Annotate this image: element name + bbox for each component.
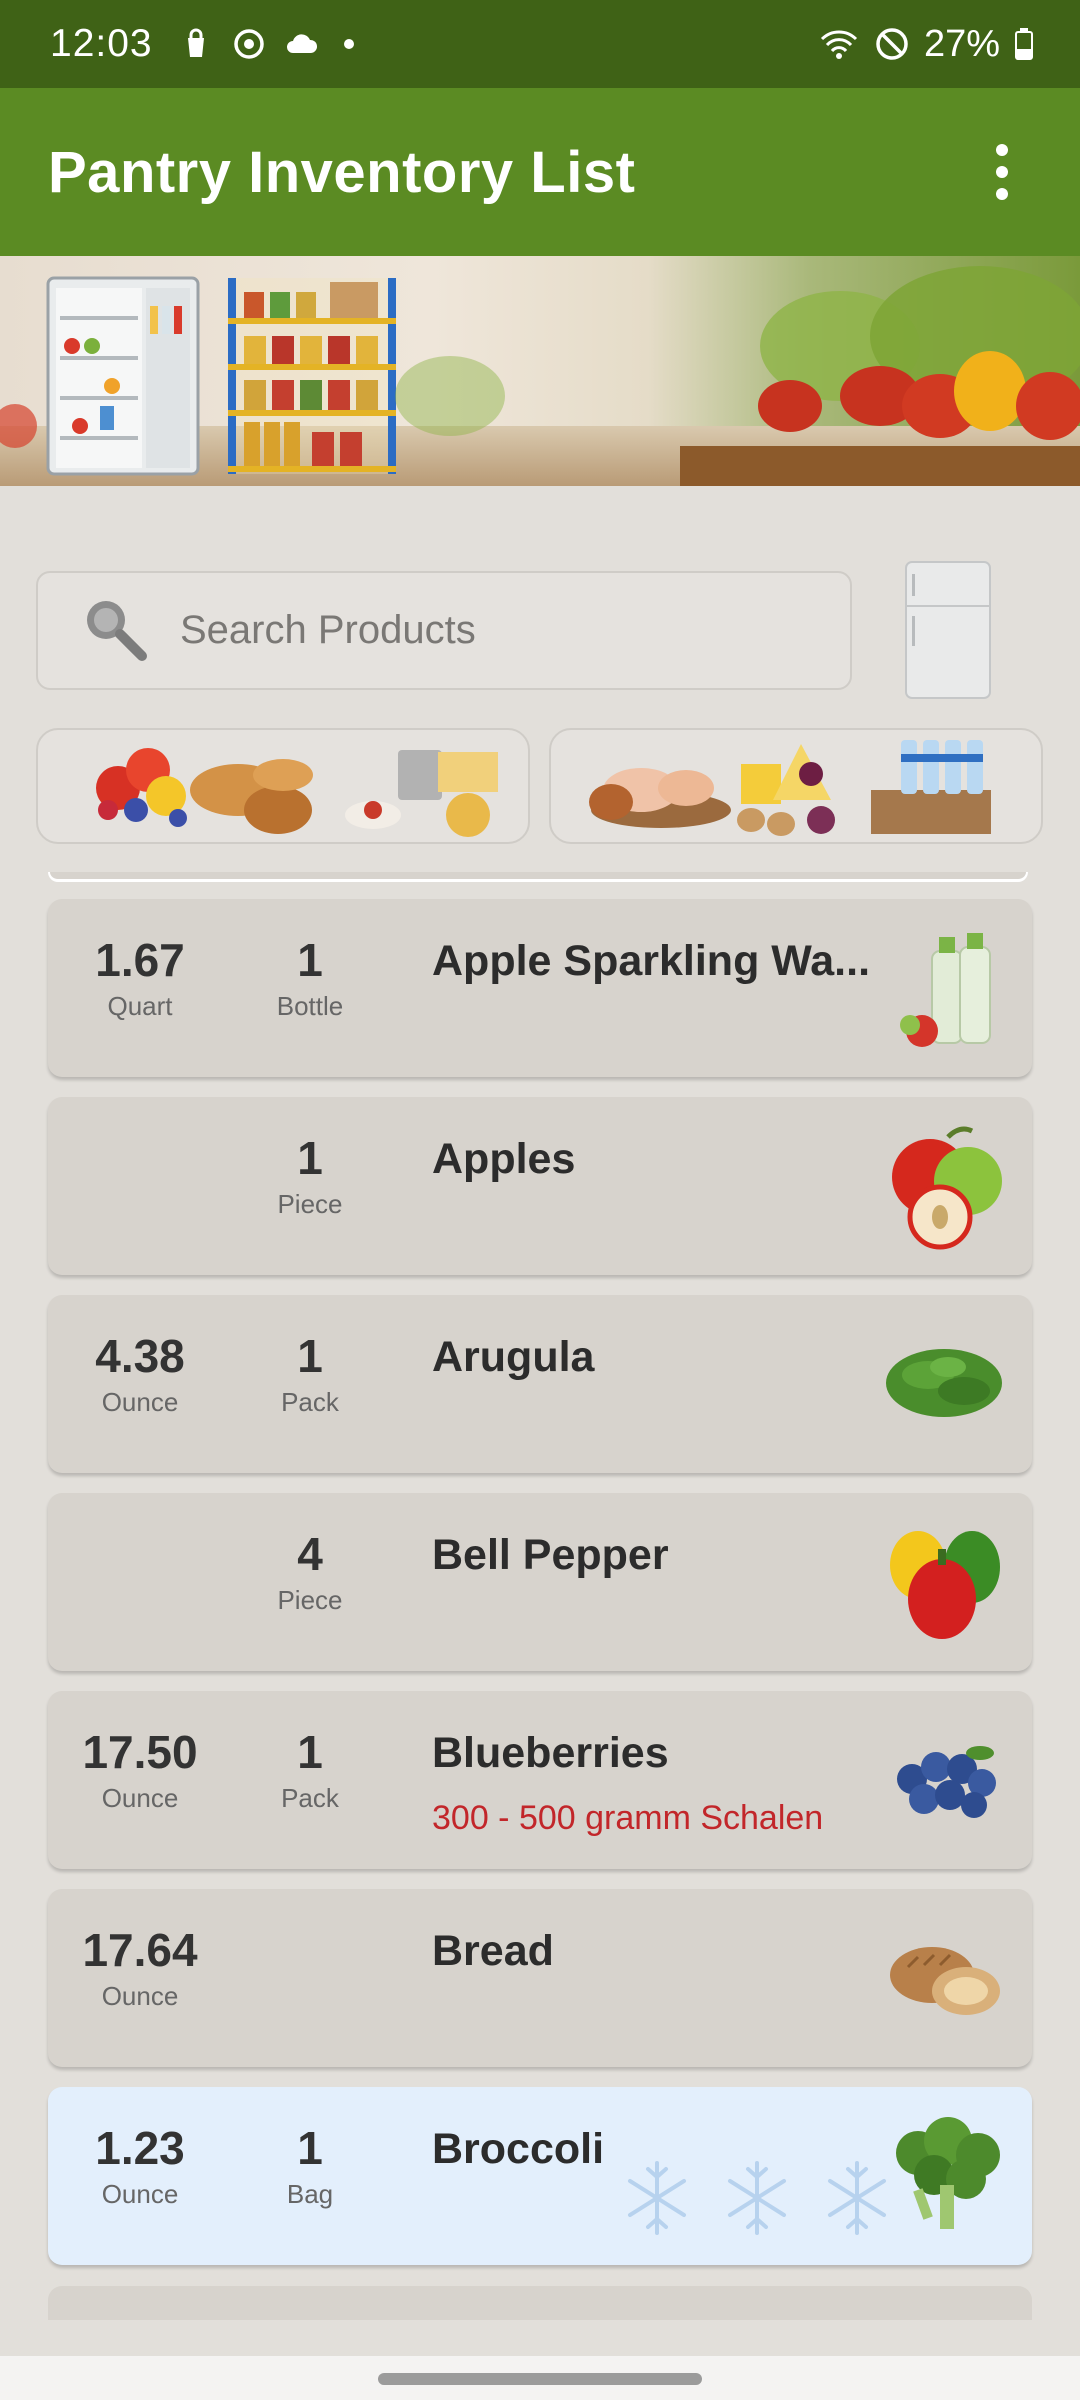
pantry-shelf-illustration <box>228 278 396 474</box>
amount-value: 1.23 <box>95 2122 185 2174</box>
snowflake-icon <box>728 2161 786 2235</box>
status-bar: 12:03 27% <box>0 0 1080 88</box>
count-block: 4 Piece <box>248 1529 372 1616</box>
amount-block: 17.50 Ounce <box>70 1727 210 1814</box>
status-right: 27% <box>818 23 1034 66</box>
count-block: 1 Bottle <box>248 935 372 1022</box>
amount-block: 17.64 Ounce <box>70 1925 210 2012</box>
count-block: 1 Pack <box>248 1727 372 1814</box>
list-item-partial <box>48 872 1028 882</box>
sparkling-water-image <box>878 921 1010 1053</box>
amount-block: 1.67 Quart <box>70 935 210 1022</box>
amount-value: 17.50 <box>82 1726 198 1778</box>
app-title: Pantry Inventory List <box>48 139 636 205</box>
app-bar: Pantry Inventory List <box>0 88 1080 256</box>
count-value: 1 <box>297 1132 323 1184</box>
status-left: 12:03 <box>50 22 361 66</box>
apples-image <box>878 1119 1010 1251</box>
category-produce-bakery-button[interactable] <box>36 728 530 844</box>
status-time: 12:03 <box>50 22 153 65</box>
focus-mode-icon <box>231 26 267 62</box>
arugula-image <box>878 1317 1010 1449</box>
amount-unit: Ounce <box>101 1783 179 1813</box>
search-placeholder: Search Products <box>180 608 476 652</box>
amount-block: 1.23 Ounce <box>70 2123 210 2210</box>
count-unit: Piece <box>277 1585 343 1615</box>
item-name: Blueberries <box>432 1729 669 1777</box>
do-not-disturb-icon <box>874 26 910 62</box>
list-item-apples[interactable]: 1 Piece Apples <box>48 1097 1032 1275</box>
amount-unit: Quart <box>107 991 173 1021</box>
amount-unit: Ounce <box>101 1387 179 1417</box>
list-item-blueberries[interactable]: 17.50 Ounce 1 Pack Blueberries 300 - 500… <box>48 1691 1032 1869</box>
count-value: 1 <box>297 1726 323 1778</box>
category-meat-dairy-drinks-button[interactable] <box>549 728 1043 844</box>
amount-unit: Ounce <box>101 2179 179 2209</box>
count-block: 1 Piece <box>248 1133 372 1220</box>
list-item-arugula[interactable]: 4.38 Ounce 1 Pack Arugula <box>48 1295 1032 1473</box>
item-note: 300 - 500 gramm Schalen <box>432 1799 824 1837</box>
count-unit: Bag <box>286 2179 334 2209</box>
battery-icon <box>1014 27 1034 61</box>
frozen-indicator <box>626 2157 888 2239</box>
item-name: Apple Sparkling Wa... <box>432 937 871 985</box>
list-item-bell-pepper[interactable]: 4 Piece Bell Pepper <box>48 1493 1032 1671</box>
header-banner-image <box>0 256 1080 486</box>
item-name: Broccoli <box>432 2125 605 2173</box>
more-vert-icon[interactable] <box>972 132 1032 212</box>
search-input[interactable]: Search Products <box>36 571 852 690</box>
cloud-icon <box>285 31 319 57</box>
dot-icon <box>337 32 361 56</box>
count-value: 4 <box>297 1528 323 1580</box>
blueberries-image <box>878 1713 1010 1845</box>
list-item-bread[interactable]: 17.64 Ounce Bread <box>48 1889 1032 2067</box>
amount-value: 17.64 <box>82 1924 198 1976</box>
list-item-apple-sparkling-water[interactable]: 1.67 Quart 1 Bottle Apple Sparkling Wa..… <box>48 899 1032 1077</box>
item-name: Arugula <box>432 1333 595 1381</box>
item-name: Bell Pepper <box>432 1531 669 1579</box>
count-unit: Pack <box>281 1783 339 1813</box>
fridge-illustration <box>46 276 200 476</box>
fridge-button[interactable] <box>904 560 992 700</box>
amount-block: 4.38 Ounce <box>70 1331 210 1418</box>
wifi-icon <box>818 27 860 61</box>
amount-unit: Ounce <box>101 1981 179 2011</box>
search-icon <box>78 592 150 669</box>
home-gesture-handle[interactable] <box>378 2373 702 2385</box>
item-name: Apples <box>432 1135 576 1183</box>
list-item-broccoli[interactable]: 1.23 Ounce 1 Bag Broccoli <box>48 2087 1032 2265</box>
count-unit: Piece <box>277 1189 343 1219</box>
count-value: 1 <box>297 934 323 986</box>
list-item-partial <box>48 2286 1032 2320</box>
amount-value: 1.67 <box>95 934 185 986</box>
count-unit: Bottle <box>276 991 344 1021</box>
amount-value: 4.38 <box>95 1330 185 1382</box>
battery-percent: 27% <box>923 22 1000 65</box>
snowflake-icon <box>628 2161 686 2235</box>
shopping-bag-icon <box>179 27 213 61</box>
count-block: 1 Bag <box>248 2123 372 2210</box>
item-name: Bread <box>432 1927 554 1975</box>
count-value: 1 <box>297 1330 323 1382</box>
broccoli-image <box>878 2109 1010 2241</box>
bread-image <box>878 1911 1010 2043</box>
count-block: 1 Pack <box>248 1331 372 1418</box>
count-unit: Pack <box>281 1387 339 1417</box>
bell-pepper-image <box>878 1515 1010 1647</box>
count-value: 1 <box>297 2122 323 2174</box>
